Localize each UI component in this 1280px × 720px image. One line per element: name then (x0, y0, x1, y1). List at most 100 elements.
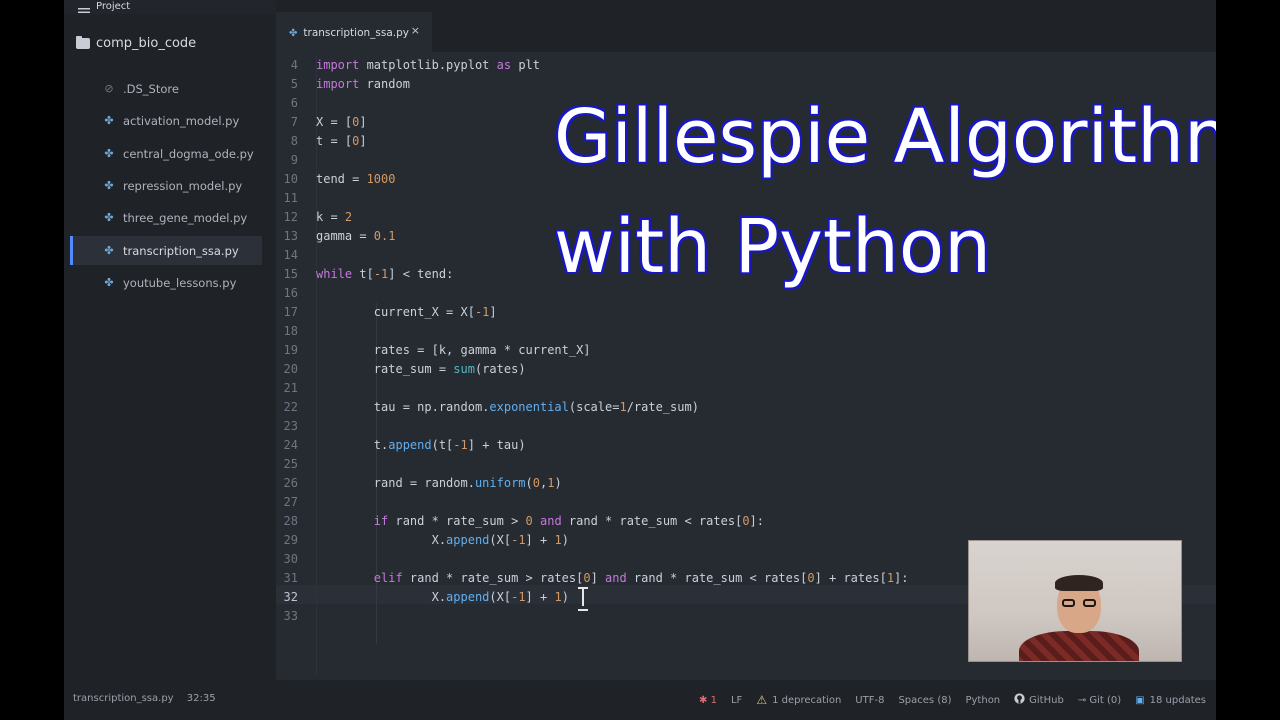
tree-item-repression-model[interactable]: ✤ repression_model.py (70, 171, 262, 200)
status-github[interactable]: GitHub (1014, 693, 1064, 707)
tab-label: transcription_ssa.py (303, 27, 410, 39)
code-line: current_X = X[-1] (316, 305, 497, 319)
status-line-ending[interactable]: LF (731, 695, 742, 706)
project-label: Project (96, 1, 131, 12)
overlay-title-line1: Gillespie Algorithm (554, 94, 1216, 180)
github-label: GitHub (1029, 694, 1064, 706)
line-number: 13 (283, 229, 298, 243)
warning-icon: ⚠ (756, 693, 768, 707)
deprecation-label: 1 deprecation (772, 694, 842, 706)
tree-item-label: transcription_ssa.py (123, 243, 239, 258)
bug-count: 1 (710, 694, 717, 706)
tree-item-transcription-ssa[interactable]: ✤ transcription_ssa.py (70, 236, 262, 265)
tree-item-three-gene-model[interactable]: ✤ three_gene_model.py (70, 203, 262, 232)
line-number: 29 (283, 533, 298, 547)
presenter-shirt (1019, 631, 1139, 661)
status-bar: transcription_ssa.py 32:35 ✱ 1 LF ⚠ 1 de… (64, 680, 1216, 720)
line-number: 30 (283, 552, 298, 566)
presenter-hair (1055, 575, 1103, 591)
overlay-title-line2: with Python (554, 204, 992, 290)
line-number: 24 (283, 438, 298, 452)
line-number: 10 (283, 172, 298, 186)
line-number: 25 (283, 457, 298, 471)
status-grammar[interactable]: Python (965, 695, 1000, 706)
tree-item-youtube-lessons[interactable]: ✤ youtube_lessons.py (70, 268, 262, 297)
line-number: 33 (283, 609, 298, 623)
python-file-icon: ✤ (104, 244, 114, 257)
status-deprecation[interactable]: ⚠ 1 deprecation (756, 693, 841, 707)
tab-bar: ✤ transcription_ssa.py × (276, 0, 1216, 52)
line-number: 17 (283, 305, 298, 319)
status-cursor-position[interactable]: 32:35 (187, 693, 216, 704)
python-file-icon: ✤ (104, 179, 114, 192)
code-line-current: X.append(X[-1] + 1) (316, 590, 569, 604)
tree-item-ds-store[interactable]: ⊘ .DS_Store (70, 74, 262, 103)
project-panel-header: Project (64, 0, 276, 17)
tree-item-label: three_gene_model.py (123, 210, 248, 225)
line-number: 21 (283, 381, 298, 395)
line-number: 4 (290, 58, 298, 72)
code-line: rand = random.uniform(0,1) (316, 476, 562, 490)
code-line: import matplotlib.pyplot as plt (316, 58, 540, 72)
python-file-icon: ✤ (104, 276, 114, 289)
git-icon: ⊸ (1077, 694, 1087, 706)
line-number: 20 (283, 362, 298, 376)
python-file-icon: ✤ (104, 147, 114, 160)
python-file-icon: ✤ (289, 27, 298, 39)
mouse-ibeam-cursor (576, 586, 590, 611)
root-folder[interactable]: comp_bio_code (76, 33, 196, 53)
tree-item-label: repression_model.py (123, 178, 243, 193)
folder-icon (76, 35, 90, 49)
code-line: tend = 1000 (316, 172, 396, 186)
line-number: 19 (283, 343, 298, 357)
video-title-overlay: Gillespie Algorithm with Python (554, 82, 1216, 302)
line-number-gutter: 4 5 6 7 8 9 10 11 12 13 14 15 16 17 18 19 20 21 22 23 24 25 26… (276, 56, 316, 676)
status-right: ✱ 1 LF ⚠ 1 deprecation UTF-8 Spaces (8) … (685, 693, 1206, 707)
code-line: while t[-1] < tend: (316, 267, 454, 281)
webcam-inset (968, 540, 1182, 662)
line-number: 11 (283, 191, 298, 205)
line-number: 7 (290, 115, 298, 129)
status-git[interactable]: ⊸ Git (0) (1078, 695, 1121, 706)
line-number: 32 (283, 590, 298, 604)
line-number: 5 (290, 77, 298, 91)
line-number: 18 (283, 324, 298, 338)
python-file-icon: ✤ (104, 211, 114, 224)
root-folder-label: comp_bio_code (96, 35, 197, 51)
code-line: t = [0] (316, 134, 367, 148)
code-line: gamma = 0.1 (316, 229, 396, 243)
tree-item-label: central_dogma_ode.py (123, 146, 254, 161)
code-line: rates = [k, gamma * current_X] (316, 343, 591, 357)
close-icon[interactable]: × (411, 24, 420, 37)
code-line: elif rand * rate_sum > rates[0] and rand… (373, 571, 909, 585)
status-indent[interactable]: Spaces (8) (898, 695, 951, 706)
tree-item-label: .DS_Store (123, 81, 179, 96)
tree-item-label: activation_model.py (123, 113, 240, 128)
code-line: t.append(t[-1] + tau) (316, 438, 526, 452)
updates-label: 18 updates (1149, 694, 1206, 706)
code-line: tau = np.random.exponential(scale=1/rate… (316, 400, 699, 414)
line-number: 28 (283, 514, 298, 528)
status-encoding[interactable]: UTF-8 (855, 695, 884, 706)
python-file-icon: ✤ (104, 114, 114, 127)
tree-item-central-dogma-ode[interactable]: ✤ central_dogma_ode.py (70, 139, 262, 168)
status-linter[interactable]: ✱ 1 (699, 695, 717, 706)
status-file-path[interactable]: transcription_ssa.py (73, 693, 174, 704)
status-updates[interactable]: ▣ 18 updates (1135, 695, 1206, 706)
line-number: 23 (283, 419, 298, 433)
line-number: 16 (283, 286, 298, 300)
hidden-file-icon: ⊘ (104, 82, 114, 95)
line-number: 31 (283, 571, 298, 585)
bug-icon: ✱ (699, 694, 708, 706)
tab-transcription-ssa[interactable]: ✤ transcription_ssa.py × (276, 12, 432, 52)
video-frame: Project comp_bio_code ⊘ .DS_Store ✤ acti… (0, 0, 1280, 720)
tree-item-activation-model[interactable]: ✤ activation_model.py (70, 106, 262, 135)
git-label: Git (0) (1089, 694, 1122, 706)
line-number: 6 (290, 96, 298, 110)
line-number: 8 (290, 134, 298, 148)
list-icon (78, 2, 90, 17)
line-number: 22 (283, 400, 298, 414)
line-number: 27 (283, 495, 298, 509)
code-line: X = [0] (316, 115, 367, 129)
line-number: 9 (290, 153, 298, 167)
